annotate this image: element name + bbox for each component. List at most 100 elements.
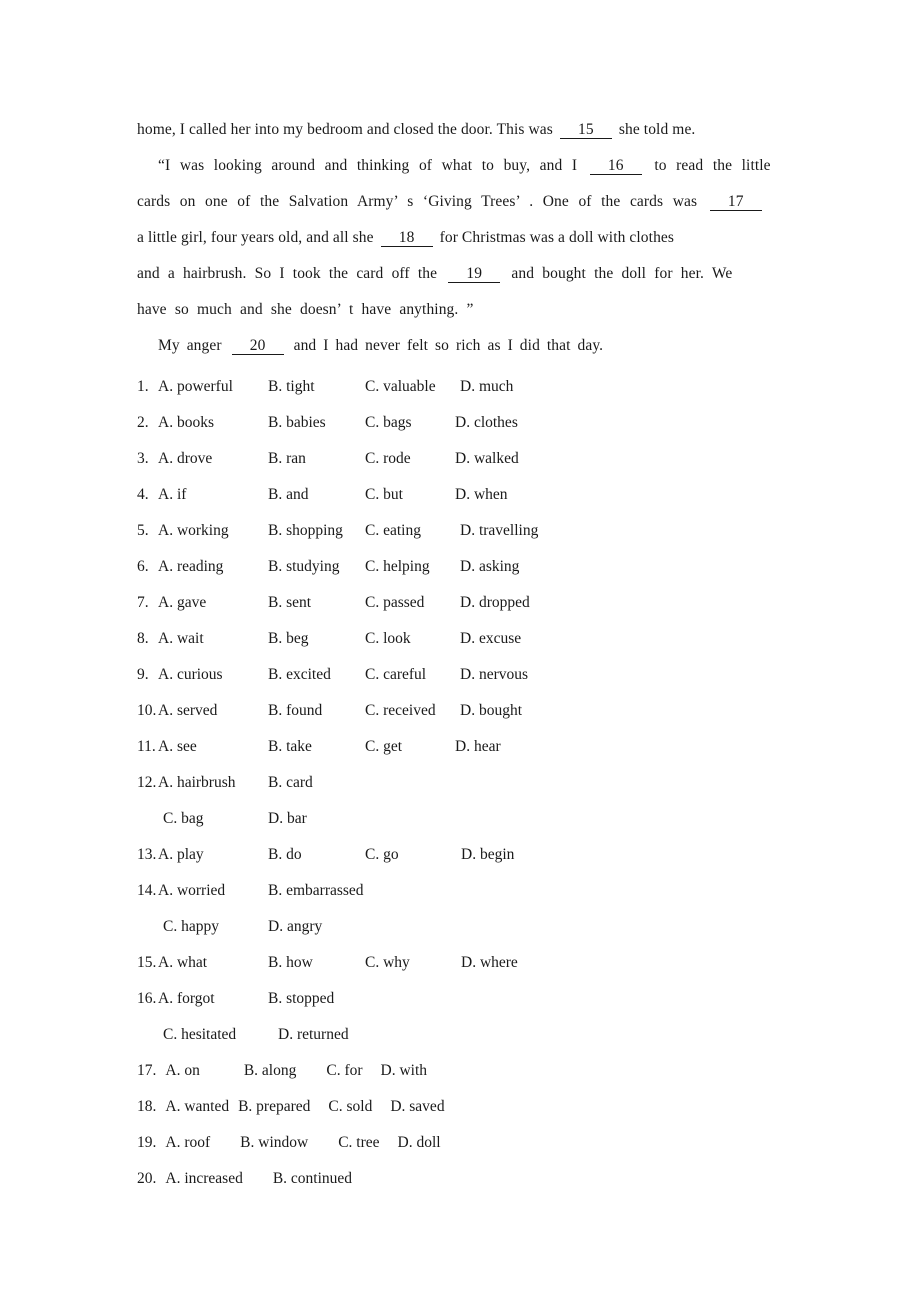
question-number: 18. — [137, 1098, 157, 1115]
question-number: 13. — [137, 846, 157, 863]
option-b[interactable]: B. and — [268, 477, 308, 513]
option-b[interactable]: B. excited — [268, 657, 331, 693]
option-b[interactable]: B. found — [268, 693, 322, 729]
option-d[interactable]: D. when — [455, 477, 508, 513]
option-c[interactable]: C. get — [365, 729, 402, 765]
option-d[interactable]: D. saved — [390, 1098, 444, 1115]
option-d[interactable]: D. travelling — [460, 513, 538, 549]
option-d[interactable]: D. clothes — [455, 405, 518, 441]
option-b[interactable]: B. how — [268, 945, 313, 981]
passage-text: and I had never felt so rich as I did th… — [286, 337, 604, 354]
question-number: 4. — [137, 486, 149, 503]
option-c[interactable]: C. tree — [338, 1134, 379, 1151]
option-c[interactable]: C. go — [365, 837, 399, 873]
option-b[interactable]: B. do — [268, 837, 302, 873]
option-d[interactable]: D. returned — [278, 1017, 349, 1053]
option-c[interactable]: C. rode — [365, 441, 411, 477]
option-c[interactable]: C. bag — [163, 801, 203, 837]
option-d[interactable]: D. walked — [455, 441, 519, 477]
option-a[interactable]: A. wait — [158, 621, 204, 657]
blank-15[interactable]: 15 — [559, 121, 612, 140]
option-c[interactable]: C. sold — [328, 1098, 372, 1115]
option-b[interactable]: B. shopping — [268, 513, 343, 549]
option-b[interactable]: B. tight — [268, 369, 315, 405]
option-a[interactable]: A. drove — [158, 441, 212, 477]
option-a[interactable]: A. what — [158, 945, 207, 981]
option-d[interactable]: D. excuse — [460, 621, 521, 657]
question-options-list: 1. A. powerful B. tight C. valuable D. m… — [137, 369, 837, 1197]
option-a[interactable]: A. books — [158, 405, 214, 441]
option-a[interactable]: A. curious — [158, 657, 223, 693]
option-a[interactable]: A. served — [158, 693, 217, 729]
option-a[interactable]: A. see — [158, 729, 197, 765]
option-b[interactable]: B. stopped — [268, 981, 334, 1017]
question-row-8: 8. A. wait B. beg C. look D. excuse — [137, 621, 837, 657]
option-d[interactable]: D. asking — [460, 549, 519, 585]
passage-line: a little girl, four years old, and all s… — [137, 220, 792, 256]
passage-line: home, I called her into my bedroom and c… — [137, 112, 792, 148]
option-b[interactable]: B. prepared — [238, 1098, 310, 1115]
question-row-10: 10. A. served B. found C. received D. bo… — [137, 693, 837, 729]
option-c[interactable]: C. helping — [365, 549, 430, 585]
blank-19[interactable]: 19 — [448, 265, 501, 284]
option-a[interactable]: A. reading — [158, 549, 223, 585]
blank-16[interactable]: 16 — [589, 157, 642, 176]
option-d[interactable]: D. with — [381, 1062, 428, 1079]
blank-18[interactable]: 18 — [380, 229, 433, 248]
option-d[interactable]: D. nervous — [460, 657, 528, 693]
question-row-6: 6. A. reading B. studying C. helping D. … — [137, 549, 837, 585]
option-b[interactable]: B. beg — [268, 621, 308, 657]
option-a[interactable]: A. on — [165, 1062, 199, 1079]
option-a[interactable]: A. working — [158, 513, 229, 549]
option-a[interactable]: A. wanted — [165, 1098, 229, 1115]
option-b[interactable]: B. window — [240, 1134, 308, 1151]
option-d[interactable]: D. where — [461, 945, 518, 981]
option-b[interactable]: B. babies — [268, 405, 326, 441]
question-row-3: 3. A. drove B. ran C. rode D. walked — [137, 441, 837, 477]
option-a[interactable]: A. increased — [165, 1170, 242, 1187]
blank-17[interactable]: 17 — [709, 193, 762, 212]
option-b[interactable]: B. along — [244, 1062, 297, 1079]
option-c[interactable]: C. why — [365, 945, 410, 981]
option-d[interactable]: D. bar — [268, 801, 307, 837]
option-a[interactable]: A. if — [158, 477, 186, 513]
option-c[interactable]: C. valuable — [365, 369, 436, 405]
blank-20[interactable]: 20 — [231, 337, 284, 356]
option-a[interactable]: A. play — [158, 837, 204, 873]
option-b[interactable]: B. take — [268, 729, 312, 765]
option-c[interactable]: C. happy — [163, 909, 219, 945]
option-d[interactable]: D. begin — [461, 837, 514, 873]
option-a[interactable]: A. gave — [158, 585, 206, 621]
question-row-4: 4. A. if B. and C. but D. when — [137, 477, 837, 513]
option-a[interactable]: A. hairbrush — [158, 765, 236, 801]
option-d[interactable]: D. much — [460, 369, 513, 405]
option-b[interactable]: B. embarrassed — [268, 873, 364, 909]
option-a[interactable]: A. forgot — [158, 981, 215, 1017]
option-c[interactable]: C. hesitated — [163, 1017, 236, 1053]
option-c[interactable]: C. careful — [365, 657, 426, 693]
option-c[interactable]: C. look — [365, 621, 411, 657]
option-c[interactable]: C. passed — [365, 585, 424, 621]
passage-text: a little girl, four years old, and all s… — [137, 229, 378, 246]
option-d[interactable]: D. bought — [460, 693, 522, 729]
option-b[interactable]: B. card — [268, 765, 313, 801]
option-d[interactable]: D. hear — [455, 729, 501, 765]
question-number: 6. — [137, 558, 149, 575]
option-b[interactable]: B. sent — [268, 585, 311, 621]
option-a[interactable]: A. worried — [158, 873, 225, 909]
option-a[interactable]: A. roof — [165, 1134, 210, 1151]
option-d[interactable]: D. angry — [268, 909, 322, 945]
option-c[interactable]: C. eating — [365, 513, 421, 549]
option-d[interactable]: D. doll — [398, 1134, 441, 1151]
option-c[interactable]: C. but — [365, 477, 403, 513]
option-c[interactable]: C. received — [365, 693, 436, 729]
option-c[interactable]: C. bags — [365, 405, 412, 441]
option-b[interactable]: B. continued — [273, 1170, 352, 1187]
option-d[interactable]: D. dropped — [460, 585, 530, 621]
option-c[interactable]: C. for — [326, 1062, 362, 1079]
option-b[interactable]: B. studying — [268, 549, 339, 585]
option-a[interactable]: A. powerful — [158, 369, 233, 405]
option-b[interactable]: B. ran — [268, 441, 306, 477]
question-number: 10. — [137, 702, 157, 719]
passage-line: have so much and she doesn’ t have anyth… — [137, 292, 792, 328]
